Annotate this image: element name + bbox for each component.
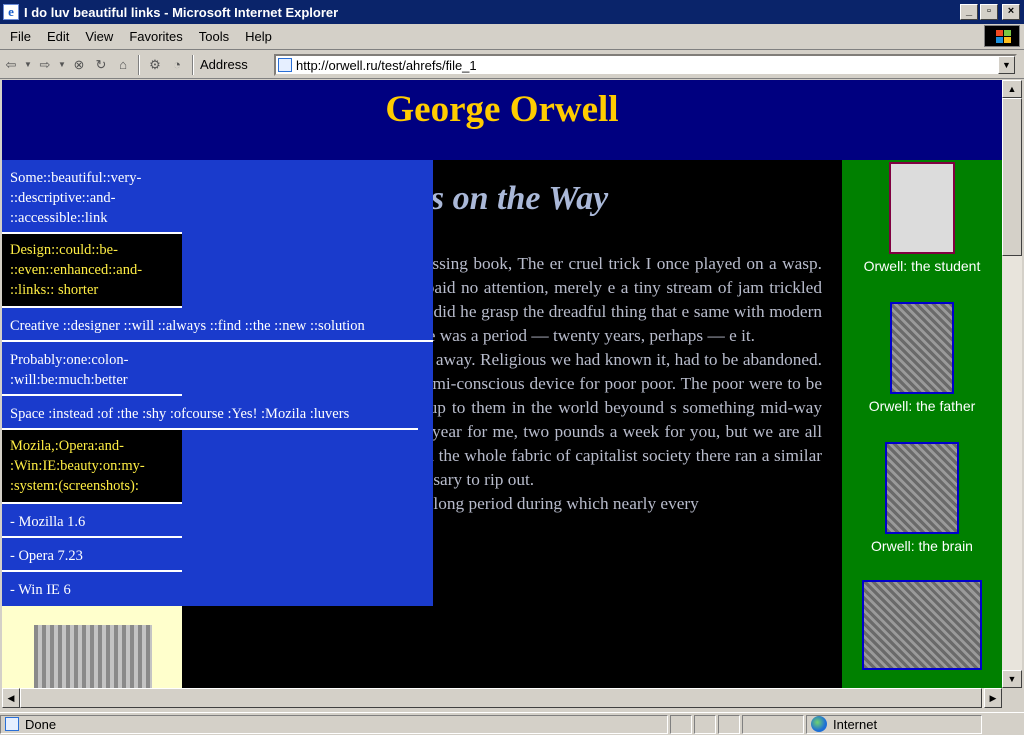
- menu-help[interactable]: Help: [237, 27, 280, 46]
- status-text: Done: [25, 716, 57, 732]
- nav-divider: [2, 502, 182, 504]
- menu-favorites[interactable]: Favorites: [121, 27, 190, 46]
- nav-link-screenshots[interactable]: Mozila,:Opera:and- :Win:IE:beauty:on:my-…: [2, 430, 182, 502]
- toolbar-separator: [138, 54, 140, 75]
- orwell-student-photo[interactable]: [889, 162, 955, 254]
- window-title: I do luv beautiful links - Microsoft Int…: [24, 4, 339, 20]
- status-bar: Done Internet: [0, 712, 1024, 735]
- menu-view[interactable]: View: [77, 27, 121, 46]
- scroll-down-icon[interactable]: ▼: [1002, 670, 1022, 688]
- menu-tools[interactable]: Tools: [191, 27, 237, 46]
- scroll-up-icon[interactable]: ▲: [1002, 80, 1022, 98]
- ie-logo-icon: e: [3, 4, 19, 20]
- zone-text: Internet: [833, 716, 878, 732]
- back-dropdown-icon[interactable]: ▼: [23, 55, 33, 75]
- orwell-brain-photo[interactable]: [885, 442, 959, 534]
- nav-divider: [2, 536, 182, 538]
- nav-link-space[interactable]: Space :instead :of :the :shy :ofcourse :…: [2, 404, 418, 426]
- nav-menu: Some::beautiful::very- ::descriptive::an…: [2, 160, 433, 606]
- minimize-button[interactable]: _: [960, 4, 978, 20]
- restore-button[interactable]: ▫: [980, 4, 998, 20]
- page-banner: George Orwell: [2, 80, 1002, 160]
- nav-link-descriptive[interactable]: Some::beautiful::very- ::descriptive::an…: [2, 168, 182, 230]
- vertical-scrollbar[interactable]: ▲ ▼: [1002, 80, 1022, 688]
- internet-globe-icon: [811, 716, 827, 732]
- status-pane: Done: [0, 714, 668, 734]
- menu-edit[interactable]: Edit: [39, 27, 77, 46]
- forward-arrow-icon[interactable]: ⇨: [35, 55, 55, 75]
- page-icon: [278, 58, 292, 72]
- horizontal-scrollbar[interactable]: ◀ ▶: [2, 688, 1002, 708]
- zone-pane: Internet: [806, 714, 982, 734]
- address-dropdown-icon[interactable]: ▼: [998, 56, 1015, 74]
- menu-file[interactable]: File: [2, 27, 39, 46]
- nav-divider: [2, 570, 182, 572]
- scroll-left-icon[interactable]: ◀: [2, 688, 20, 708]
- status-pane: [718, 714, 740, 734]
- photo-column: Orwell: the student Orwell: the father O…: [842, 160, 1002, 688]
- nav-link-design[interactable]: Design::could::be- ::even::enhanced::and…: [2, 234, 182, 306]
- page-done-icon: [5, 717, 19, 731]
- nav-divider: [2, 306, 182, 308]
- home-icon[interactable]: ⌂: [113, 55, 133, 75]
- nav-link-creative[interactable]: Creative ::designer ::will ::always ::fi…: [2, 316, 433, 338]
- back-arrow-icon[interactable]: ⇦: [1, 55, 21, 75]
- nav-link-colon[interactable]: Probably:one:colon- :will:be:much:better: [2, 350, 182, 394]
- photo-caption: Orwell: the brain: [871, 538, 973, 554]
- address-label: Address: [200, 57, 248, 72]
- nav-divider: [2, 394, 182, 396]
- title-bar: e I do luv beautiful links - Microsoft I…: [0, 0, 1024, 24]
- toolbar: ⇦ ▼ ⇨ ▼ ⊗ ↻ ⌂ ⚙ ◔ Address ▼: [0, 51, 1024, 79]
- nav-link-opera[interactable]: - Opera 7.23: [2, 546, 182, 568]
- refresh-icon[interactable]: ↻: [91, 55, 111, 75]
- orwell-typewriter-photo[interactable]: [862, 580, 982, 670]
- photo-caption: Orwell: the student: [863, 258, 981, 274]
- close-button[interactable]: ×: [1002, 4, 1020, 20]
- status-pane: [670, 714, 692, 734]
- status-pane: [742, 714, 804, 734]
- media-icon[interactable]: ◔: [167, 55, 187, 75]
- address-bar[interactable]: ▼: [274, 54, 1017, 76]
- stop-icon[interactable]: ⊗: [69, 55, 89, 75]
- nav-link-win-ie[interactable]: - Win IE 6: [2, 580, 182, 602]
- page-viewport: George Orwell es on the Way Muggeridge’s…: [2, 80, 1002, 688]
- search-icon[interactable]: ⚙: [145, 55, 165, 75]
- vertical-scroll-thumb[interactable]: [1002, 98, 1022, 256]
- toolbar-separator: [192, 54, 194, 75]
- scroll-right-icon[interactable]: ▶: [984, 688, 1002, 708]
- nav-divider: [2, 340, 433, 342]
- nav-link-mozilla[interactable]: - Mozilla 1.6: [2, 512, 182, 534]
- building-image: [34, 625, 152, 688]
- forward-dropdown-icon[interactable]: ▼: [57, 55, 67, 75]
- address-input[interactable]: [296, 57, 986, 73]
- windows-logo-icon: [984, 25, 1020, 47]
- orwell-father-photo[interactable]: [890, 302, 954, 394]
- photo-caption: Orwell: the father: [868, 398, 976, 414]
- menu-bar: File Edit View Favorites Tools Help: [0, 24, 1024, 50]
- status-pane: [694, 714, 716, 734]
- horizontal-scroll-thumb[interactable]: [20, 688, 982, 708]
- page-title: George Orwell: [385, 89, 619, 130]
